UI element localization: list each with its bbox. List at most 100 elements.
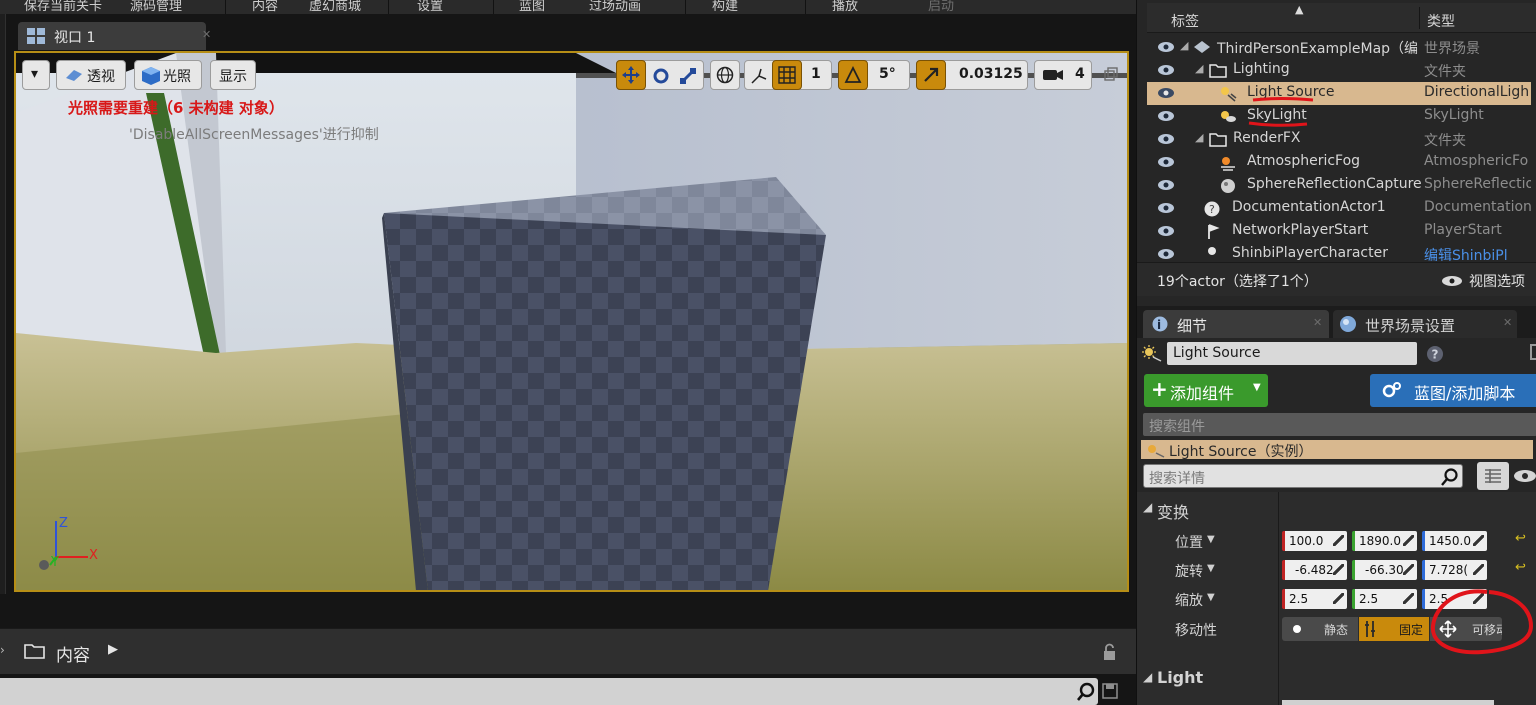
path-arrow-icon[interactable]: ▶ — [108, 642, 118, 657]
close-icon[interactable]: ✕ — [1313, 316, 1322, 329]
outliner-row-map[interactable]: ◢ ThirdPersonExampleMap（编 世界场景 — [1147, 36, 1531, 59]
lighting-mode-button[interactable]: 光照 — [134, 60, 202, 90]
view-options-button[interactable]: 视图选项 — [1469, 271, 1525, 291]
mobility-static-button[interactable]: 静态 — [1282, 617, 1358, 641]
scale-snap-value[interactable]: 0.03125 — [959, 66, 1023, 82]
outliner-row-skylight[interactable]: SkyLight SkyLight — [1147, 105, 1531, 128]
content-search-field[interactable] — [0, 678, 1098, 705]
outliner-item-name: NetworkPlayerStart — [1232, 222, 1369, 238]
content-path-root[interactable]: 内容 — [56, 641, 90, 666]
outliner-row-lighting[interactable]: ◢ Lighting 文件夹 — [1147, 59, 1531, 82]
visibility-eye-icon[interactable] — [1157, 87, 1175, 99]
expand-arrow-icon[interactable]: ◢ — [1195, 131, 1203, 144]
visibility-eye-icon[interactable] — [1157, 110, 1175, 122]
visibility-eye-icon[interactable] — [1157, 248, 1175, 260]
axis-y-label: Y — [51, 555, 59, 570]
camera-speed-button[interactable]: 4 — [1034, 60, 1092, 90]
toolbar-settings[interactable]: 设置 — [417, 0, 443, 14]
visibility-eye-icon[interactable] — [1157, 64, 1175, 76]
toolbar-cinematics[interactable]: 过场动画 — [589, 0, 641, 14]
viewport-tab[interactable]: 视口 1 ✕ — [18, 22, 211, 50]
component-instance-row[interactable]: Light Source（实例） — [1141, 440, 1533, 460]
scale-x-field[interactable]: 2.5 — [1282, 589, 1347, 609]
chevron-down-icon[interactable]: ▼ — [1207, 534, 1215, 545]
surface-snap-icon[interactable] — [749, 66, 769, 86]
outliner-row-character[interactable]: ShinbiPlayerCharacter 编辑ShinbiPl — [1147, 243, 1531, 261]
expand-arrow-icon[interactable]: ◢ — [1180, 39, 1188, 52]
close-icon[interactable]: ✕ — [202, 28, 211, 41]
viewport-options-button[interactable]: ▾ — [22, 60, 50, 90]
chevron-down-icon[interactable]: ▼ — [1207, 563, 1215, 574]
visibility-eye-icon[interactable] — [1157, 202, 1175, 214]
toolbar-play[interactable]: 播放 — [832, 0, 858, 14]
outliner-row-light-source[interactable]: Light Source DirectionalLigh — [1147, 82, 1531, 105]
column-splitter[interactable] — [1278, 492, 1279, 705]
toolbar-build[interactable]: 构建 — [712, 0, 738, 14]
collapse-arrow-icon[interactable]: ◢ — [1143, 500, 1152, 514]
search-components-field[interactable]: 搜索组件 — [1143, 413, 1536, 436]
lock-icon[interactable] — [1102, 643, 1118, 661]
add-component-button[interactable]: + 添加组件 ▼ — [1144, 374, 1268, 407]
outliner-row-atmospheric-fog[interactable]: AtmosphericFog AtmosphericFo — [1147, 151, 1531, 174]
help-icon[interactable]: ? — [1425, 344, 1445, 364]
rotation-y-field[interactable]: -66.30 — [1352, 560, 1417, 580]
save-icon[interactable] — [1102, 683, 1118, 699]
rotation-x-field[interactable]: -6.482 — [1282, 560, 1347, 580]
reset-arrow-icon[interactable]: ↩ — [1515, 560, 1526, 575]
collapse-arrow-icon[interactable]: ◢ — [1143, 670, 1152, 684]
level-viewport[interactable]: ▾ 透视 光照 显示 光照需要重建（6 未构建 对象） 'DisableAllS… — [14, 51, 1129, 592]
expand-arrow-icon[interactable]: ◢ — [1195, 62, 1203, 75]
rotate-icon[interactable] — [652, 67, 670, 85]
visibility-eye-icon[interactable] — [1157, 133, 1175, 145]
reset-arrow-icon[interactable]: ↩ — [1515, 531, 1526, 546]
close-icon[interactable]: ✕ — [1503, 316, 1512, 329]
maximize-viewport-icon[interactable] — [1104, 67, 1118, 81]
eye-icon[interactable] — [1513, 468, 1536, 484]
scale-snap-toggle[interactable] — [916, 60, 946, 90]
outliner-row-documentation[interactable]: ? DocumentationActor1 Documentation — [1147, 197, 1531, 220]
next-property-field[interactable] — [1282, 700, 1494, 705]
outliner-col-type[interactable]: 类型 — [1427, 11, 1455, 31]
chevron-down-icon[interactable]: ▼ — [1207, 592, 1215, 603]
grid-snap-toggle[interactable] — [772, 60, 802, 90]
scale-icon[interactable] — [679, 67, 697, 85]
tab-world-settings[interactable]: 世界场景设置 ✕ — [1333, 310, 1517, 338]
toolbar-source-control[interactable]: 源码管理 — [130, 0, 182, 14]
visibility-eye-icon[interactable] — [1157, 179, 1175, 191]
outliner-row-player-start[interactable]: NetworkPlayerStart PlayerStart — [1147, 220, 1531, 243]
visibility-eye-icon[interactable] — [1157, 156, 1175, 168]
location-x-field[interactable]: 100.0 — [1282, 531, 1347, 551]
toolbar-content[interactable]: 内容 — [252, 0, 278, 14]
location-y-field[interactable]: 1890.0 — [1352, 531, 1417, 551]
transform-section-header[interactable]: 变换 — [1157, 499, 1189, 523]
show-button[interactable]: 显示 — [210, 60, 256, 90]
grid-snap-value[interactable]: 1 — [811, 66, 821, 82]
tab-details[interactable]: i 细节 ✕ — [1143, 310, 1329, 338]
scale-y-field[interactable]: 2.5 — [1352, 589, 1417, 609]
outliner-col-label[interactable]: 标签 — [1171, 11, 1199, 31]
toolbar-marketplace[interactable]: 虚幻商城 — [309, 0, 361, 14]
visibility-eye-icon[interactable] — [1157, 225, 1175, 237]
mobility-stationary-button[interactable]: 固定 — [1359, 617, 1429, 641]
visibility-eye-icon[interactable] — [1157, 41, 1175, 53]
blueprint-script-button[interactable]: 蓝图/添加脚本 — [1370, 374, 1536, 407]
location-z-field[interactable]: 1450.0 — [1422, 531, 1487, 551]
edit-blueprint-link[interactable]: 编辑ShinbiPl — [1424, 245, 1531, 261]
lock-icon[interactable] — [1530, 344, 1536, 360]
rotation-snap-toggle[interactable] — [838, 60, 868, 90]
light-section-header[interactable]: Light — [1157, 668, 1203, 687]
property-matrix-button[interactable] — [1477, 462, 1509, 490]
search-details-field[interactable]: 搜索详情 — [1143, 464, 1463, 488]
toolbar-save-level[interactable]: 保存当前关卡 — [24, 0, 102, 14]
rotation-z-field[interactable]: 7.728( — [1422, 560, 1487, 580]
toolbar-blueprints[interactable]: 蓝图 — [519, 0, 545, 14]
outliner-row-renderfx[interactable]: ◢ RenderFX 文件夹 — [1147, 128, 1531, 151]
perspective-button[interactable]: 透视 — [56, 60, 126, 90]
actor-name-field[interactable]: Light Source — [1167, 342, 1417, 365]
rotation-snap-value[interactable]: 5° — [879, 66, 896, 82]
world-local-toggle[interactable] — [710, 60, 740, 90]
outliner-row-sphere-capture[interactable]: SphereReflectionCapture SphereReflectio — [1147, 174, 1531, 197]
chevron-right-icon[interactable]: › — [0, 643, 5, 657]
translate-mode-button[interactable] — [616, 60, 646, 90]
toolbar-launch[interactable]: 启动 — [928, 0, 954, 14]
